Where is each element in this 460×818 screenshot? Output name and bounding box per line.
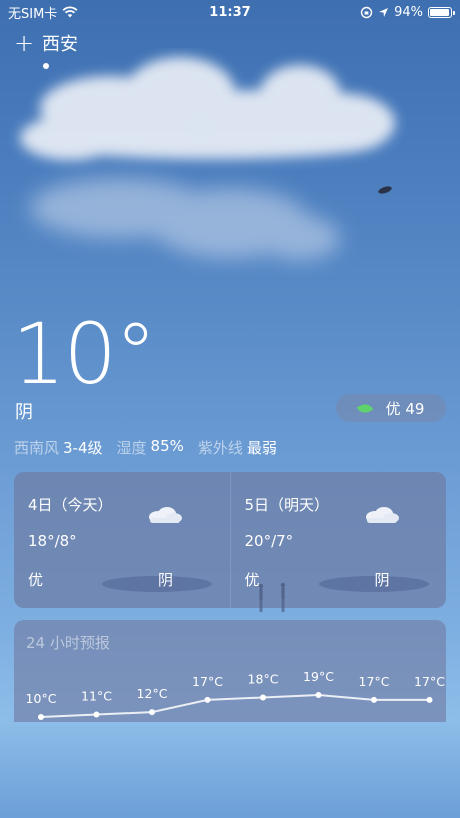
- forecast-aqi: 优: [28, 571, 44, 589]
- uv-label: 紫外线: [197, 439, 243, 457]
- hourly-point: [38, 714, 44, 720]
- leaf-icon: [356, 400, 373, 416]
- wind-label: 西南风: [14, 439, 60, 457]
- hourly-temp-label: 17°C: [414, 674, 445, 689]
- hourly-temp-label: 17°C: [359, 674, 390, 689]
- hourly-forecast-card[interactable]: 24 小时预报 10°C 11°C 12°C 17°C 18°C 19°C 17°C 17°C: [14, 620, 446, 722]
- orientation-lock-icon: [360, 6, 373, 18]
- location-arrow-icon: [379, 7, 389, 17]
- forecast-date: 4日（今天）: [28, 496, 113, 514]
- uv-value: 最弱: [246, 439, 277, 457]
- hourly-point: [93, 711, 100, 718]
- hourly-temp-label: 18°C: [248, 671, 279, 686]
- daily-forecast-card[interactable]: 4日（今天） 18°/8° 优 阴 5日（明天） 20°/7° 优 阴: [14, 472, 446, 608]
- humidity-value: 85%: [150, 437, 184, 455]
- cloud-shadow: [318, 576, 429, 592]
- hourly-point: [315, 692, 322, 698]
- hourly-point: [149, 709, 155, 716]
- hourly-temp-label: 11°C: [81, 689, 112, 704]
- cloud-icon: [149, 507, 182, 523]
- hourly-temp-label: 12°C: [137, 686, 168, 701]
- forecast-condition: 阴: [374, 571, 390, 589]
- hourly-temperature-chart: 10°C 11°C 12°C 17°C 18°C 19°C 17°C 17°C: [26, 669, 445, 720]
- battery-level: [430, 8, 449, 16]
- hourly-point: [371, 696, 377, 703]
- forecast-day-today[interactable]: 4日（今天） 18°/8° 优 阴: [14, 472, 230, 608]
- hourly-point: [204, 696, 211, 703]
- status-bar: 无SIM卡 11:37 94%: [0, 0, 460, 24]
- current-temperature: 10°: [12, 305, 157, 403]
- weather-details: 西南风 3-4级 湿度 85% 紫外线 最弱: [14, 437, 287, 458]
- battery-percent: 94%: [394, 4, 423, 20]
- forecast-date: 5日（明天）: [244, 496, 330, 514]
- cloud-icon: [365, 507, 399, 523]
- hourly-point: [426, 696, 433, 703]
- aqi-label: 优 49: [385, 399, 425, 418]
- hourly-temp-label: 10°C: [26, 691, 57, 706]
- wifi-icon: [62, 6, 78, 18]
- humidity-label: 湿度: [116, 439, 147, 457]
- forecast-condition: 阴: [158, 571, 174, 589]
- cloud-background-art: [20, 57, 395, 260]
- cloud-shadow: [102, 576, 212, 592]
- forecast-temp-range: 18°/8°: [28, 532, 77, 550]
- forecast-temp-range: 20°/7°: [244, 532, 294, 550]
- people-silhouette-art: [258, 582, 286, 612]
- hourly-temp-label: 17°C: [192, 674, 223, 689]
- current-condition: 阴: [15, 402, 33, 423]
- hourly-temp-label: 19°C: [303, 669, 334, 684]
- hourly-point: [260, 694, 266, 701]
- wind-value: 3-4级: [63, 439, 103, 457]
- carrier-label: 无SIM卡: [8, 6, 58, 22]
- aqi-badge[interactable]: 优 49: [336, 394, 446, 422]
- battery-icon: [428, 6, 455, 18]
